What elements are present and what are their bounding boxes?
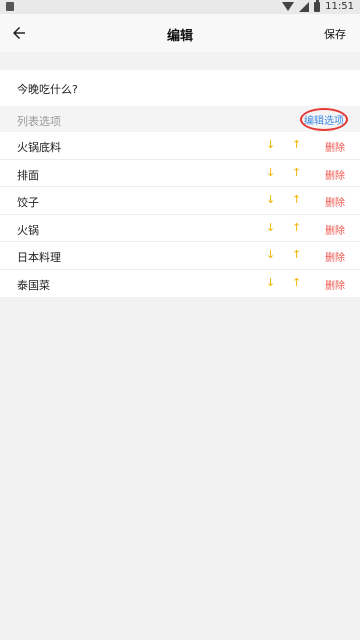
arrow-up-icon[interactable]: ↑	[292, 249, 301, 260]
save-button[interactable]: 保存	[324, 26, 346, 42]
list-item: 饺子 ↓ ↑ 删除	[0, 187, 360, 215]
signal-icon	[299, 1, 310, 12]
arrow-up-icon[interactable]: ↑	[292, 277, 301, 288]
notification-icon	[6, 2, 14, 11]
list-item: 排面 ↓ ↑ 删除	[0, 160, 360, 187]
arrow-down-icon[interactable]: ↓	[266, 194, 275, 205]
delete-button[interactable]: 删除	[325, 139, 345, 154]
arrow-up-icon[interactable]: ↑	[292, 222, 301, 233]
wifi-icon	[282, 2, 295, 11]
list-header: 列表选项 编辑选项	[0, 106, 360, 132]
arrow-down-icon[interactable]: ↓	[266, 249, 275, 260]
page-title: 编辑	[166, 29, 193, 44]
list-item: 日本料理 ↓ ↑ 删除	[0, 242, 360, 270]
battery-icon	[314, 0, 321, 12]
item-label: 日本料理	[17, 251, 61, 264]
delete-button[interactable]: 删除	[325, 277, 345, 292]
delete-button[interactable]: 删除	[325, 167, 345, 182]
status-bar: 11:51	[0, 0, 360, 14]
status-time: 11:51	[325, 1, 354, 12]
arrow-up-icon[interactable]: ↑	[292, 194, 301, 205]
arrow-down-icon[interactable]: ↓	[266, 167, 275, 178]
question-text: 今晚吃什么?	[17, 83, 78, 96]
list-item: 火锅 ↓ ↑ 删除	[0, 215, 360, 242]
item-label: 排面	[17, 168, 39, 182]
arrow-down-icon[interactable]: ↓	[266, 222, 275, 233]
arrow-up-icon[interactable]: ↑	[292, 139, 301, 150]
edit-options-button[interactable]: 编辑选项	[300, 108, 348, 131]
options-list: 火锅底料 ↓ ↑ 删除 排面 ↓ ↑ 删除 饺子 ↓ ↑ 删除 火锅 ↓ ↑ 删…	[0, 132, 360, 297]
item-label: 饺子	[17, 196, 39, 209]
item-label: 火锅底料	[17, 141, 61, 154]
section-spacer	[0, 52, 360, 70]
item-label: 火锅	[17, 223, 39, 237]
question-row[interactable]: 今晚吃什么?	[0, 70, 360, 106]
delete-button[interactable]: 删除	[325, 222, 345, 237]
arrow-up-icon[interactable]: ↑	[292, 167, 301, 178]
delete-button[interactable]: 删除	[325, 249, 345, 264]
status-indicators: 11:51	[282, 0, 354, 12]
arrow-down-icon[interactable]: ↓	[266, 139, 275, 150]
item-label: 泰国菜	[17, 278, 50, 292]
list-header-label: 列表选项	[17, 115, 61, 128]
delete-button[interactable]: 删除	[325, 194, 345, 209]
app-bar: 编辑 保存	[0, 14, 360, 52]
list-item: 泰国菜 ↓ ↑ 删除	[0, 270, 360, 298]
arrow-down-icon[interactable]: ↓	[266, 277, 275, 288]
list-item: 火锅底料 ↓ ↑ 删除	[0, 132, 360, 160]
